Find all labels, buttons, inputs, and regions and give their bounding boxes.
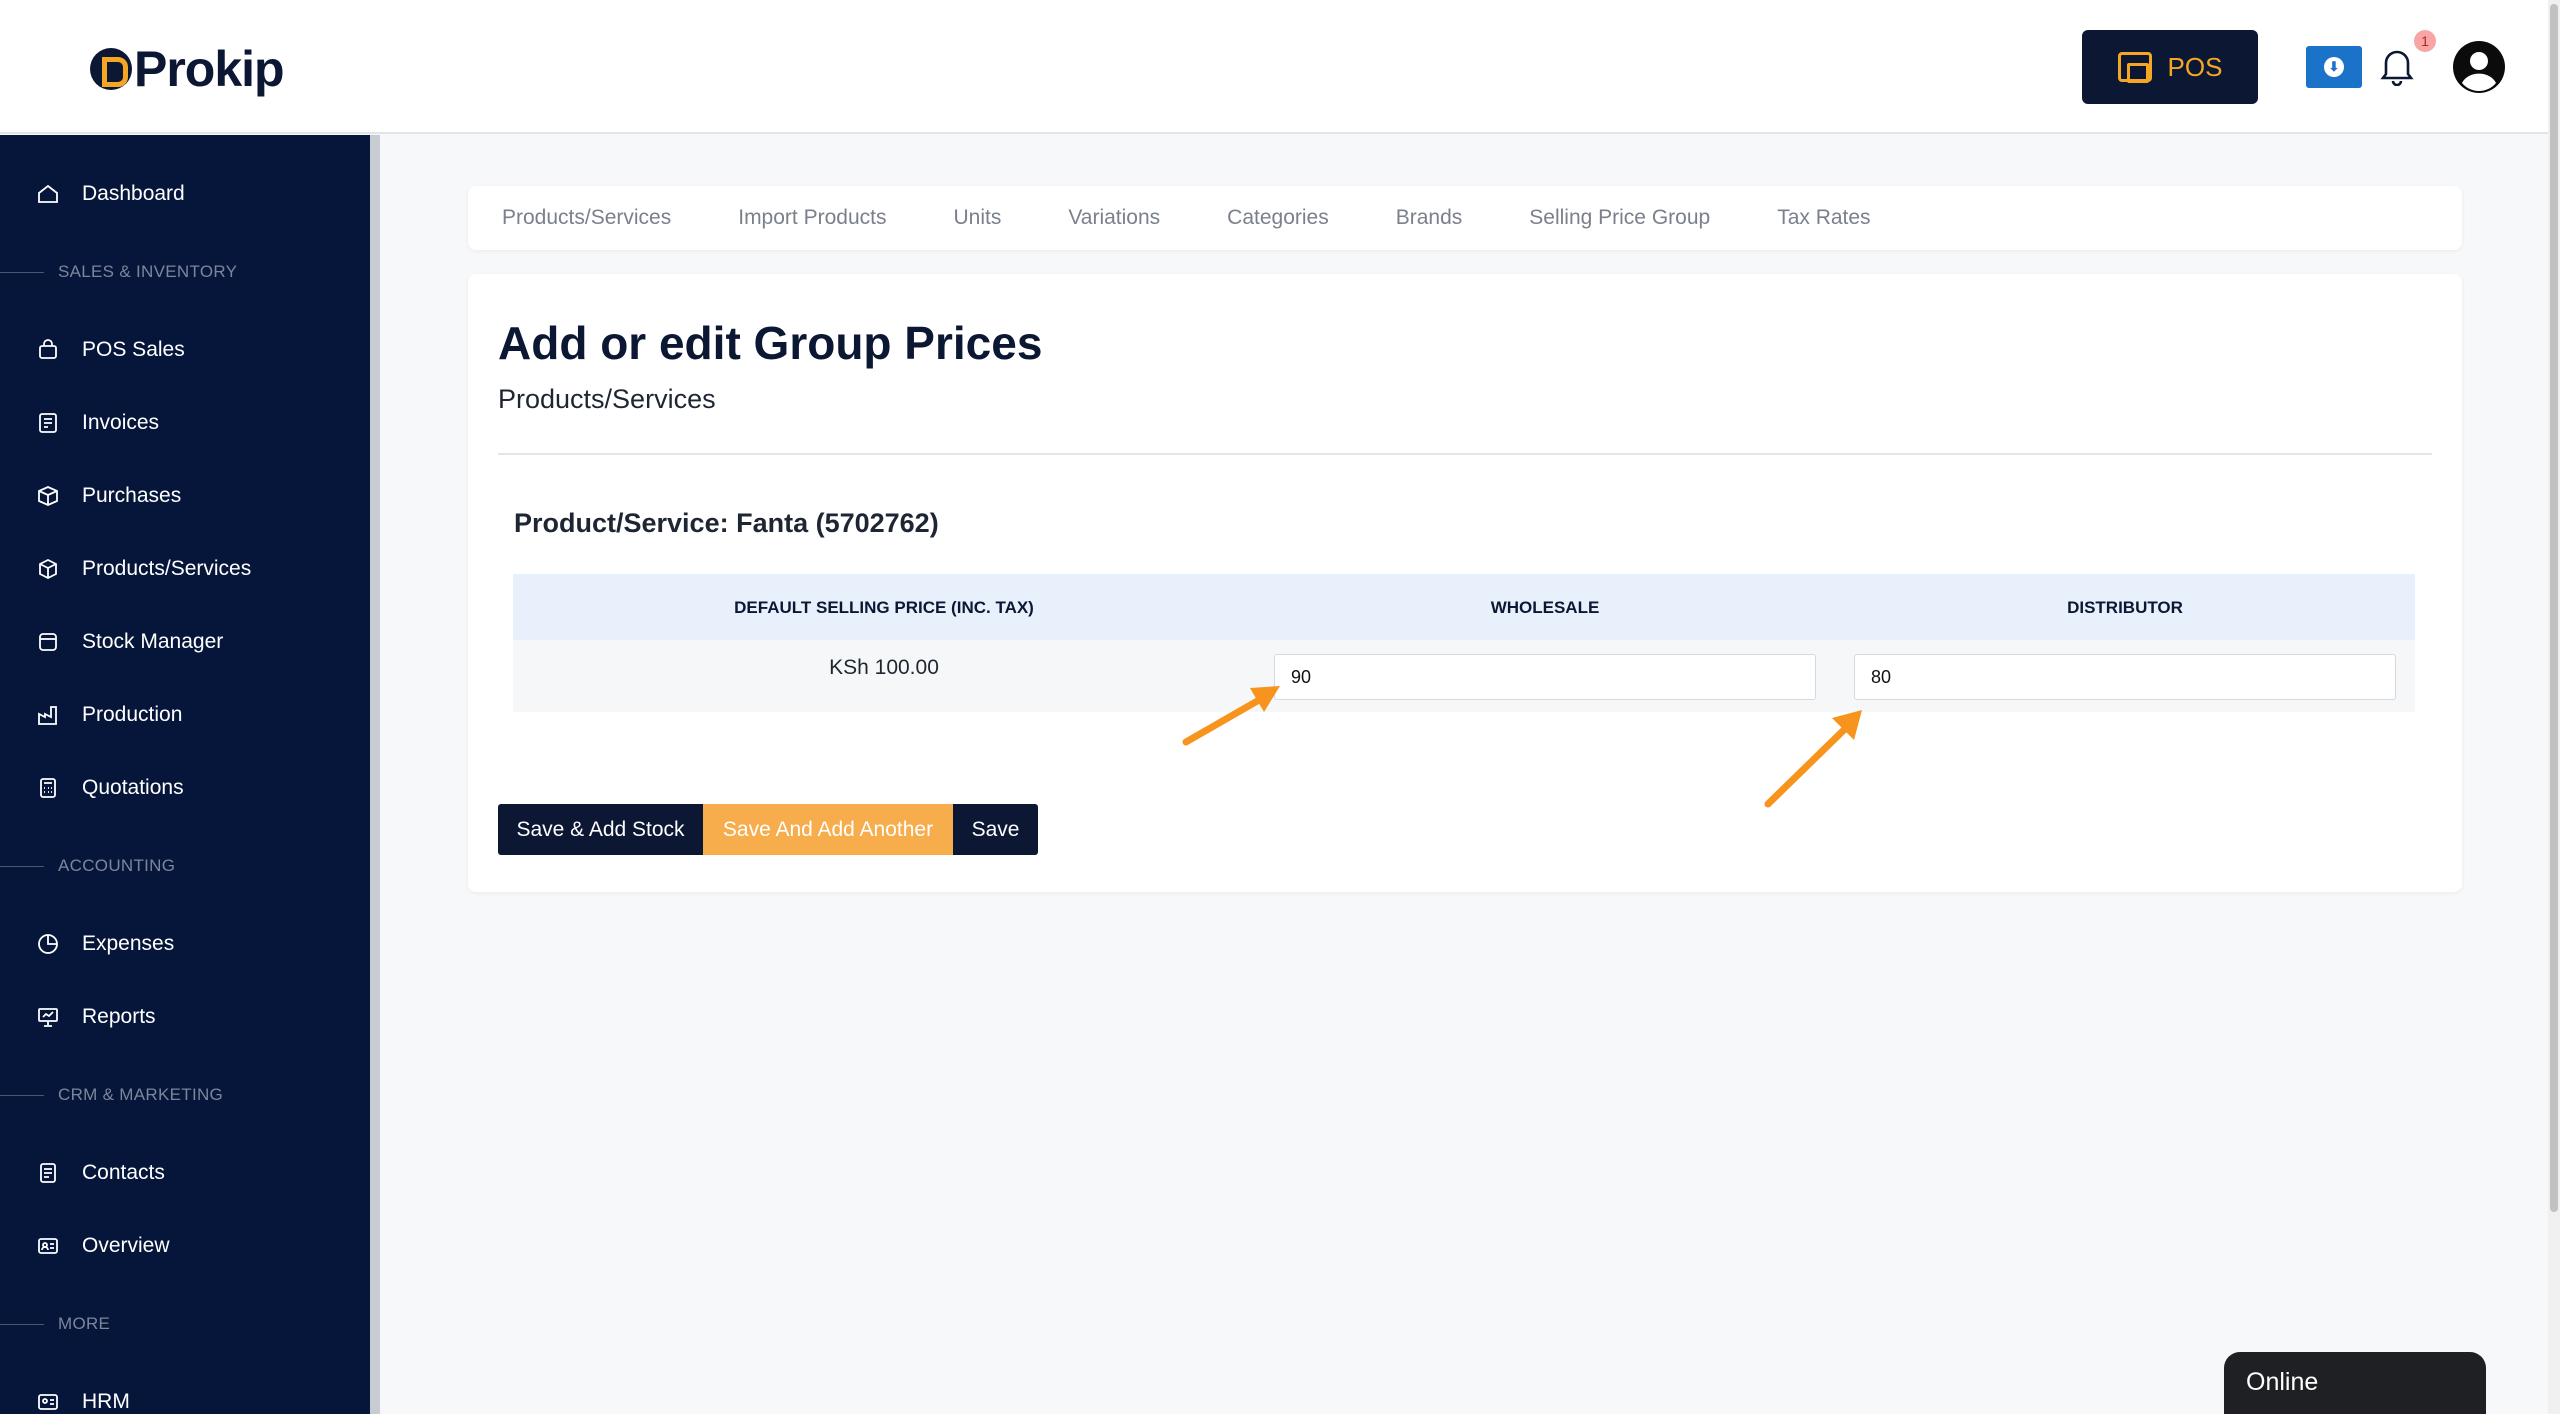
tab-products-services[interactable]: Products/Services (502, 206, 671, 230)
sidebar-item-label: Reports (82, 1005, 156, 1028)
sidebar-section-more: MORE (0, 1314, 110, 1334)
tab-import-products[interactable]: Import Products (738, 206, 886, 230)
sidebar-item-quotations[interactable]: Quotations (36, 776, 184, 800)
calculator-icon (36, 776, 60, 800)
tab-variations[interactable]: Variations (1068, 206, 1160, 230)
bag-icon (36, 338, 60, 362)
store-icon (2117, 52, 2152, 83)
presentation-icon (36, 1005, 60, 1029)
cube-icon (36, 557, 60, 581)
page-subtitle: Products/Services (498, 384, 716, 414)
product-tabs: Products/Services Import Products Units … (468, 186, 2462, 250)
sidebar-item-production[interactable]: Production (36, 703, 182, 727)
page-title: Add or edit Group Prices (498, 317, 1043, 369)
tab-categories[interactable]: Categories (1227, 206, 1329, 230)
annotation-arrow-wholesale-icon (1182, 686, 1280, 746)
page-scrollbar[interactable] (2548, 0, 2560, 1414)
notifications-bell-icon[interactable] (2380, 46, 2414, 87)
sidebar-item-products-services[interactable]: Products/Services (36, 557, 251, 581)
tab-brands[interactable]: Brands (1396, 206, 1463, 230)
distributor-price-input[interactable] (1854, 654, 2396, 700)
sidebar-item-label: Dashboard (82, 182, 185, 205)
prokip-logo[interactable]: Prokip (90, 40, 285, 98)
hrm-icon (36, 1390, 60, 1414)
sidebar-item-hrm[interactable]: HRM (36, 1390, 130, 1414)
notification-count-badge: 1 (2414, 30, 2436, 52)
tab-units[interactable]: Units (953, 206, 1001, 230)
logo-text: Prokip (134, 41, 285, 97)
sidebar-item-expenses[interactable]: Expenses (36, 932, 174, 956)
sidebar (0, 135, 370, 1414)
sidebar-item-label: Purchases (82, 484, 182, 507)
column-header-distributor: DISTRIBUTOR (2067, 598, 2183, 617)
sidebar-item-label: Products/Services (82, 557, 252, 580)
sidebar-item-invoices[interactable]: Invoices (36, 411, 159, 435)
sidebar-item-reports[interactable]: Reports (36, 1005, 156, 1029)
tab-tax-rates[interactable]: Tax Rates (1777, 206, 1870, 230)
folder-icon (36, 630, 60, 654)
product-label: Product/Service: Fanta (5702762) (514, 508, 939, 538)
column-header-wholesale: WHOLESALE (1490, 598, 1600, 617)
factory-icon (36, 703, 60, 727)
sidebar-item-label: Overview (82, 1234, 170, 1257)
title-divider (498, 453, 2432, 455)
sidebar-item-label: Production (82, 703, 183, 726)
sidebar-section-crm-marketing: CRM & MARKETING (0, 1085, 223, 1105)
annotation-arrow-distributor-icon (1764, 710, 1862, 808)
sidebar-section-sales-inventory: SALES & INVENTORY (0, 262, 237, 282)
sidebar-item-label: Quotations (82, 776, 184, 799)
save-button[interactable]: Save (953, 804, 1038, 855)
box-icon (36, 484, 60, 508)
sidebar-item-label: Expenses (82, 932, 175, 955)
save-and-add-stock-button[interactable]: Save & Add Stock (498, 804, 703, 855)
sidebar-item-label: Invoices (82, 411, 160, 434)
column-header-default-price: DEFAULT SELLING PRICE (INC. TAX) (734, 598, 1034, 617)
sidebar-item-label: HRM (82, 1390, 130, 1413)
pos-button[interactable]: POS (2082, 30, 2258, 104)
page-scrollbar-thumb[interactable] (2550, 4, 2558, 1212)
save-and-add-another-button[interactable]: Save And Add Another (703, 804, 953, 855)
sidebar-item-contacts[interactable]: Contacts (36, 1161, 165, 1185)
online-status-chip[interactable]: Online (2224, 1352, 2486, 1414)
sidebar-item-pos-sales[interactable]: POS Sales (36, 338, 185, 362)
sidebar-item-label: Stock Manager (82, 630, 224, 653)
id-card-icon (36, 1234, 60, 1258)
pos-button-label: POS (2167, 51, 2223, 82)
sidebar-scrollbar[interactable] (370, 135, 380, 1414)
online-status-label: Online (2246, 1368, 2319, 1396)
sidebar-section-accounting: ACCOUNTING (0, 856, 175, 876)
sidebar-item-dashboard[interactable]: Dashboard (36, 182, 185, 206)
download-icon: ⬇ (2324, 57, 2344, 77)
tab-selling-price-group[interactable]: Selling Price Group (1529, 206, 1710, 230)
invoice-icon (36, 411, 60, 435)
wholesale-price-input[interactable] (1274, 654, 1816, 700)
sidebar-item-purchases[interactable]: Purchases (36, 484, 181, 508)
default-selling-price-value: KSh 100.00 (829, 656, 939, 679)
sidebar-item-overview[interactable]: Overview (36, 1234, 170, 1258)
user-avatar-icon[interactable] (2452, 40, 2506, 94)
sidebar-item-stock-manager[interactable]: Stock Manager (36, 630, 223, 654)
top-header: Prokip POS ⬇ 1 (0, 0, 2548, 134)
logo-mark-icon (90, 48, 132, 90)
download-app-button[interactable]: ⬇ (2306, 46, 2362, 88)
sidebar-item-label: POS Sales (82, 338, 185, 361)
sidebar-item-label: Contacts (82, 1161, 165, 1184)
pie-chart-icon (36, 932, 60, 956)
contacts-icon (36, 1161, 60, 1185)
home-icon (36, 182, 60, 206)
